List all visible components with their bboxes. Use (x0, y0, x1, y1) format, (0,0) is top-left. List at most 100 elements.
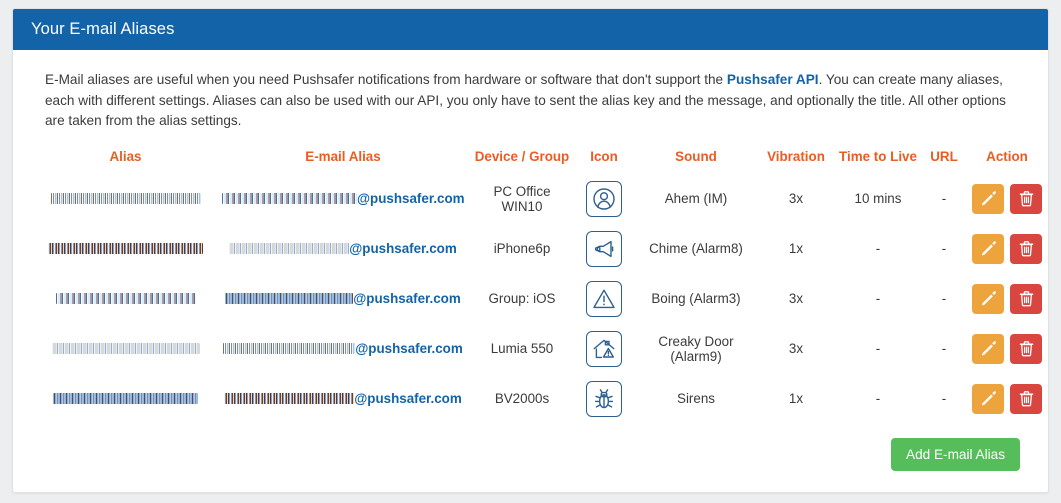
intro-text: E-Mail aliases are useful when you need … (45, 70, 1028, 132)
cell-alias (33, 274, 218, 324)
bug-icon (586, 380, 622, 417)
table-row: @pushsafer.com iPhone6p Chime (Alarm8) 1x - - (33, 224, 1048, 274)
delete-alias-button[interactable] (1010, 183, 1042, 214)
cell-vibration: 3x (788, 291, 804, 306)
pencil-icon (980, 390, 997, 407)
email-aliases-panel: Your E-mail Aliases E-Mail aliases are u… (12, 8, 1049, 493)
redacted-email-local-part (224, 393, 355, 404)
edit-alias-button[interactable] (972, 333, 1004, 364)
table-row: @pushsafer.com Lumia 550 Creaky Door (Alar… (33, 324, 1048, 374)
cell-email-alias: @pushsafer.com (218, 374, 468, 424)
table-row: @pushsafer.com Group: iOS Boing (Alarm3) 3x… (33, 274, 1048, 324)
cell-email-alias: @pushsafer.com (218, 324, 468, 374)
cell-device-group: Group: iOS (488, 291, 556, 306)
page-title: Your E-mail Aliases (31, 20, 175, 38)
cell-url: - (941, 191, 947, 206)
cell-vibration: 3x (788, 341, 804, 356)
edit-alias-button[interactable] (972, 183, 1004, 214)
aliases-table-body: @pushsafer.com PC Office WIN10 Ahem (IM) 3x… (33, 174, 1048, 424)
cell-sound: Ahem (IM) (664, 191, 728, 206)
email-domain: @pushsafer.com (354, 391, 462, 406)
table-header-row: Alias E-mail Alias Device / Group Icon S… (33, 146, 1048, 174)
delete-alias-button[interactable] (1010, 333, 1042, 364)
cell-alias (33, 324, 218, 374)
action-buttons (968, 333, 1046, 364)
redacted-alias (55, 293, 196, 304)
cell-email-alias: @pushsafer.com (218, 224, 468, 274)
cell-alias (33, 174, 218, 224)
email-domain: @pushsafer.com (353, 291, 461, 306)
panel-header: Your E-mail Aliases (13, 9, 1048, 50)
cell-device-group: BV2000s (494, 391, 550, 406)
cell-email-alias: @pushsafer.com (218, 274, 468, 324)
delete-alias-button[interactable] (1010, 383, 1042, 414)
cell-time-to-live: - (875, 291, 881, 306)
edit-alias-button[interactable] (972, 383, 1004, 414)
cell-icon (576, 324, 632, 374)
cell-sound: Creaky Door (Alarm9) (658, 333, 734, 364)
delete-alias-button[interactable] (1010, 283, 1042, 314)
edit-alias-button[interactable] (972, 233, 1004, 264)
cell-url: - (941, 291, 947, 306)
cell-sound: Chime (Alarm8) (649, 241, 743, 256)
column-header-icon: Icon (590, 148, 618, 164)
column-header-sound: Sound (675, 148, 717, 164)
action-buttons (968, 233, 1046, 264)
redacted-alias (51, 343, 200, 354)
delete-alias-button[interactable] (1010, 233, 1042, 264)
cell-action (964, 374, 1048, 424)
email-domain: @pushsafer.com (357, 191, 465, 206)
action-buttons (968, 383, 1046, 414)
page-background: Your E-mail Aliases E-Mail aliases are u… (0, 0, 1061, 503)
pencil-icon (980, 240, 997, 257)
column-header-action: Action (986, 148, 1028, 164)
cell-icon (576, 224, 632, 274)
pencil-icon (980, 340, 997, 357)
aliases-table: Alias E-mail Alias Device / Group Icon S… (33, 146, 1048, 424)
redacted-email-local-part (229, 243, 350, 254)
trash-icon (1018, 190, 1035, 207)
table-row: @pushsafer.com PC Office WIN10 Ahem (IM) 3x… (33, 174, 1048, 224)
redacted-alias (53, 393, 198, 404)
cell-alias (33, 374, 218, 424)
cell-action (964, 224, 1048, 274)
warning-triangle-icon (586, 280, 622, 317)
cell-sound: Sirens (677, 391, 715, 406)
cell-device-group: iPhone6p (493, 241, 551, 256)
cell-action (964, 274, 1048, 324)
pushsafer-api-link[interactable]: Pushsafer API (727, 72, 819, 87)
redacted-alias (48, 243, 203, 254)
cell-action (964, 324, 1048, 374)
column-header-alias: Alias (109, 148, 142, 164)
column-header-url: URL (930, 148, 958, 164)
email-domain: @pushsafer.com (355, 341, 463, 356)
cell-time-to-live: - (875, 241, 881, 256)
panel-footer: Add E-mail Alias (33, 424, 1028, 471)
cell-time-to-live: - (875, 391, 881, 406)
trash-icon (1018, 390, 1035, 407)
cell-time-to-live: - (875, 341, 881, 356)
cell-vibration: 1x (788, 241, 804, 256)
redacted-email-local-part (225, 293, 354, 304)
user-icon (586, 180, 622, 217)
column-header-device: Device / Group (474, 148, 570, 164)
cell-time-to-live: 10 mins (854, 191, 902, 206)
cell-email-alias: @pushsafer.com (218, 174, 468, 224)
column-header-vibration: Vibration (767, 148, 825, 164)
redacted-email-local-part (223, 343, 356, 354)
panel-body: E-Mail aliases are useful when you need … (13, 50, 1048, 471)
add-email-alias-button[interactable]: Add E-mail Alias (891, 437, 1020, 471)
cell-vibration: 1x (788, 391, 804, 406)
intro-text-part1: E-Mail aliases are useful when you need … (45, 72, 727, 87)
cell-url: - (941, 341, 947, 356)
column-header-email: E-mail Alias (305, 148, 381, 164)
cell-vibration: 3x (788, 191, 804, 206)
email-domain: @pushsafer.com (349, 241, 457, 256)
edit-alias-button[interactable] (972, 283, 1004, 314)
home-alarm-icon (586, 330, 622, 367)
pencil-icon (980, 190, 997, 207)
column-header-ttl: Time to Live (839, 148, 917, 164)
cell-url: - (941, 391, 947, 406)
trash-icon (1018, 240, 1035, 257)
trash-icon (1018, 340, 1035, 357)
